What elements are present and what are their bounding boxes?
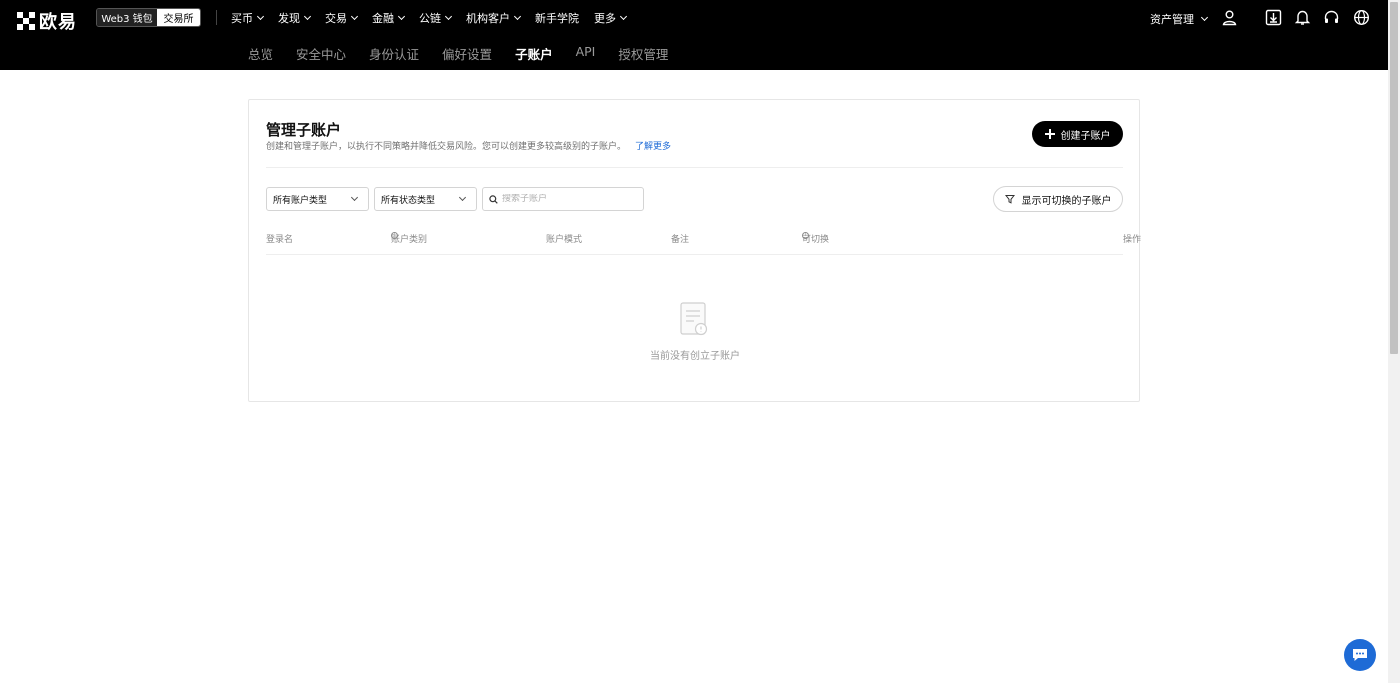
scrollbar-thumb[interactable] (1390, 2, 1398, 354)
tab-api[interactable]: API (576, 44, 596, 63)
tab-overview[interactable]: 总览 (248, 44, 273, 63)
nav-trade[interactable]: 交易 (325, 10, 359, 26)
nav-chain[interactable]: 公链 (419, 10, 453, 26)
top-header: 欧易 Web3 钱包 交易所 买币 发现 交易 金融 公链 机构客户 新手学院 … (0, 0, 1388, 70)
nav-label: 发现 (278, 11, 300, 25)
chat-icon (1353, 649, 1367, 661)
tab-authorizations[interactable]: 授权管理 (618, 44, 668, 63)
chevron-down-icon (458, 193, 467, 202)
nav-finance[interactable]: 金融 (372, 10, 406, 26)
logo-text: 欧易 (39, 12, 77, 33)
column-label: 登录名 (266, 235, 294, 245)
divider (266, 167, 1123, 168)
chevron-down-icon (397, 12, 406, 20)
show-switchable-button[interactable]: 显示可切换的子账户 (993, 186, 1123, 212)
filter-icon (1004, 195, 1015, 204)
account-type-select[interactable]: 所有账户类型 (266, 187, 369, 211)
create-sub-account-label: 创建子账户 (1060, 130, 1111, 142)
chevron-down-icon (256, 12, 265, 20)
switch-exchange[interactable]: 交易所 (157, 9, 200, 26)
show-switchable-label: 显示可切换的子账户 (1021, 195, 1112, 207)
nav-label: 更多 (594, 11, 616, 25)
tab-security[interactable]: 安全中心 (296, 44, 346, 63)
column-switchable: 可切换 i (802, 232, 829, 245)
main-nav: 买币 发现 交易 金融 公链 机构客户 新手学院 更多 (231, 0, 641, 35)
bell-icon[interactable] (1294, 9, 1311, 26)
table-header: 登录名 账户类别 i 账户模式 备注 可切换 i 操作 (266, 232, 1141, 254)
globe-icon[interactable] (1353, 9, 1370, 26)
chevron-down-icon (303, 12, 312, 20)
nav-discover[interactable]: 发现 (278, 10, 312, 26)
sub-account-card: 管理子账户 创建和管理子账户，以执行不同策略并降低交易风险。您可以创建更多较高级… (248, 99, 1141, 402)
column-label: 账户类别 (391, 235, 428, 245)
logo[interactable]: 欧易 (17, 8, 77, 34)
switch-web3-wallet[interactable]: Web3 钱包 (97, 9, 157, 26)
column-label: 备注 (671, 235, 690, 245)
account-type-value: 所有账户类型 (273, 195, 328, 206)
chevron-down-icon (1200, 13, 1209, 22)
chevron-down-icon (513, 12, 522, 20)
nav-label: 交易 (325, 11, 347, 25)
tab-sub-accounts[interactable]: 子账户 (515, 44, 553, 63)
nav-more[interactable]: 更多 (594, 10, 628, 26)
status-type-select[interactable]: 所有状态类型 (374, 187, 477, 211)
learn-more-link[interactable]: 了解更多 (635, 142, 671, 152)
search-box (482, 187, 644, 211)
nav-divider (216, 10, 217, 25)
chevron-down-icon (444, 12, 453, 20)
nav-label: 公链 (419, 11, 441, 25)
page-description: 创建和管理子账户，以执行不同策略并降低交易风险。您可以创建更多较高级别的子账户。… (266, 139, 671, 152)
column-account-category: 账户类别 i (391, 232, 427, 245)
nav-label: 金融 (372, 11, 394, 25)
empty-document-icon (680, 302, 708, 336)
scrollbar[interactable] (1388, 0, 1400, 683)
nav-label: 机构客户 (466, 11, 510, 25)
column-label: 账户模式 (546, 235, 583, 245)
empty-state-text: 当前没有创立子账户 (650, 351, 740, 362)
chevron-down-icon (350, 12, 359, 20)
column-label: 操作 (1123, 235, 1142, 245)
nav-buy-crypto[interactable]: 买币 (231, 10, 265, 26)
description-text: 创建和管理子账户，以执行不同策略并降低交易风险。您可以创建更多较高级别的子账户。 (266, 142, 627, 152)
column-label: 可切换 (802, 235, 830, 245)
download-icon[interactable] (1265, 9, 1282, 26)
headset-icon[interactable] (1323, 9, 1340, 26)
okx-logo-icon (17, 12, 35, 30)
chevron-down-icon (619, 12, 628, 20)
nav-institutional[interactable]: 机构客户 (466, 10, 522, 26)
chat-support-button[interactable] (1344, 639, 1376, 671)
account-subnav: 总览 安全中心 身份认证 偏好设置 子账户 API 授权管理 (248, 44, 691, 63)
status-type-value: 所有状态类型 (381, 195, 436, 206)
nav-label: 买币 (231, 11, 253, 25)
table-header-divider (266, 254, 1123, 255)
page-title: 管理子账户 (266, 121, 342, 139)
asset-management-label: 资产管理 (1150, 13, 1194, 26)
nav-academy[interactable]: 新手学院 (535, 10, 579, 26)
chevron-down-icon (350, 193, 359, 202)
product-switch: Web3 钱包 交易所 (96, 8, 201, 27)
asset-management-menu[interactable]: 资产管理 (1150, 11, 1209, 27)
tab-verification[interactable]: 身份认证 (369, 44, 419, 63)
plus-icon (1044, 129, 1055, 139)
search-icon (489, 194, 498, 204)
tab-preferences[interactable]: 偏好设置 (442, 44, 492, 63)
user-icon[interactable] (1221, 9, 1238, 26)
nav-label: 新手学院 (535, 11, 579, 25)
create-sub-account-button[interactable]: 创建子账户 (1032, 121, 1123, 147)
search-input[interactable] (502, 194, 632, 204)
